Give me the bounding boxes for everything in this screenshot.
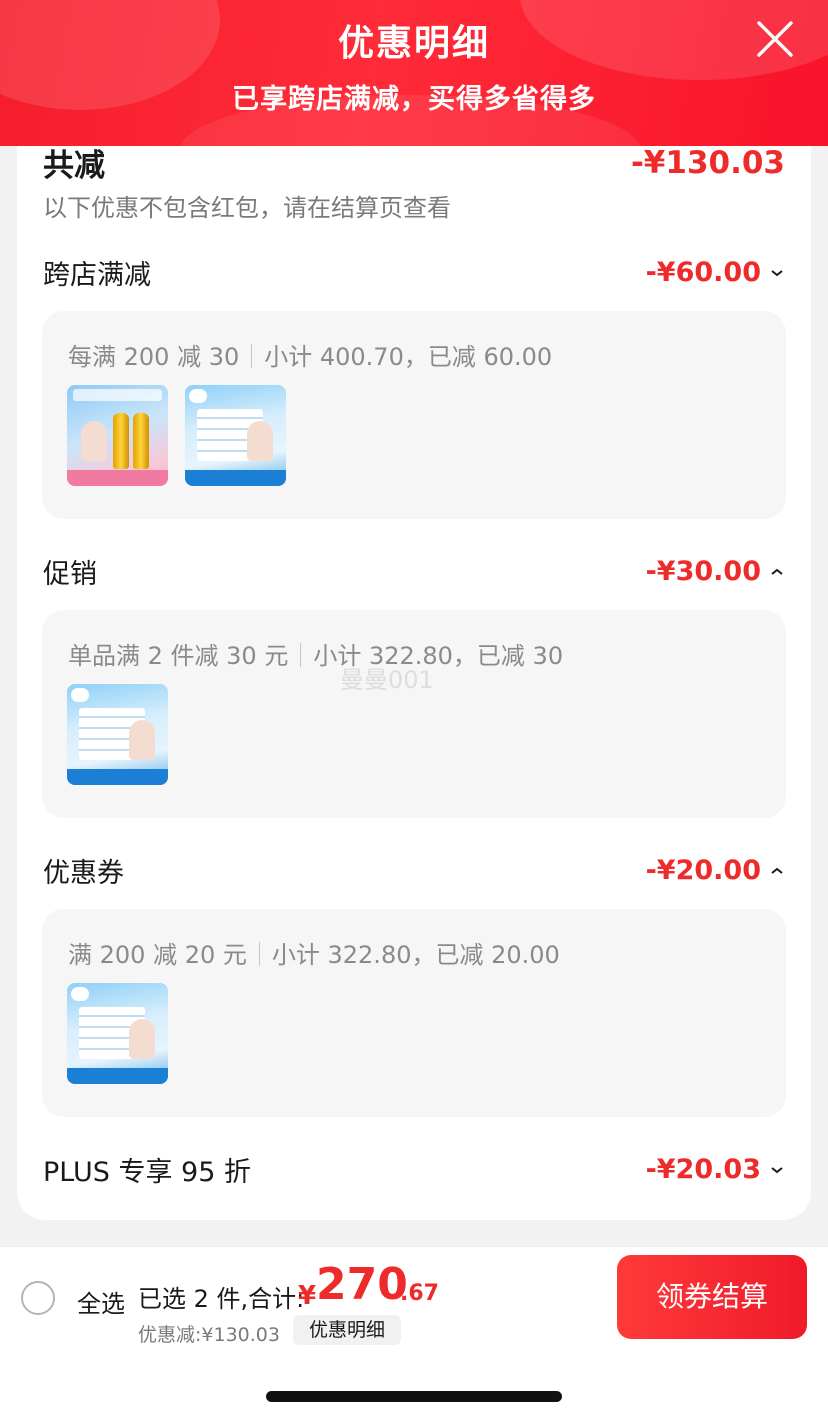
section-label: 优惠券 (43, 858, 124, 889)
select-all-label[interactable]: 全选 (77, 1284, 125, 1319)
watermark: 曼曼001 (340, 666, 434, 694)
section-detail-box: 单品满 2 件减 30 元小计 322.80，已减 30 (42, 610, 786, 818)
total-price-decimal: .67 (400, 1281, 439, 1306)
home-indicator[interactable] (266, 1391, 562, 1402)
product-price-bar (185, 470, 286, 486)
brand-logo (71, 688, 89, 702)
total-discount-row: 共减 -¥130.03 (43, 140, 785, 185)
checkout-button[interactable]: 领券结算 (617, 1255, 807, 1339)
section-detail-box: 满 200 减 20 元小计 322.80，已减 20.00 (42, 909, 786, 1117)
page-title: 优惠明细 (337, 23, 490, 64)
chevron-down-icon[interactable] (769, 1164, 785, 1176)
product-model (247, 421, 273, 461)
section-amount-wrap: -¥20.03 (646, 1154, 785, 1185)
promo-rule-text: 每满 200 减 30 (68, 343, 240, 371)
discount-note: 以下优惠不包含红包，请在结算页查看 (43, 194, 451, 222)
section-label: 促销 (43, 559, 97, 590)
brand-logo (71, 987, 89, 1001)
safe-area (0, 1346, 828, 1419)
discount-summary: 优惠减:¥130.03 (138, 1324, 280, 1346)
section-amount: -¥20.00 (645, 855, 761, 886)
section-label: 跨店满减 (43, 260, 151, 291)
select-all-radio[interactable] (21, 1281, 55, 1315)
product-bottle (113, 413, 129, 469)
product-thumbnail-tissue[interactable] (67, 684, 168, 785)
promo-subtotal: 小计 400.70，已减 60.00 (264, 343, 553, 371)
divider (300, 643, 302, 667)
total-price-integer: 270 (316, 1259, 408, 1310)
product-price-bar (67, 1068, 168, 1084)
product-thumbnail-sunscreen[interactable] (67, 385, 168, 486)
close-icon[interactable] (756, 20, 794, 58)
divider (258, 942, 260, 966)
section-amount: -¥60.00 (645, 257, 761, 288)
section-amount: -¥30.00 (645, 556, 761, 587)
section-plus[interactable]: PLUS 专享 95 折 -¥20.03 (43, 1150, 785, 1189)
total-discount-label: 共减 (43, 148, 105, 184)
product-thumbnail-tissue[interactable] (67, 983, 168, 1084)
checkout-bar: 全选 已选 2 件,合计: ¥ 270 .67 优惠减:¥130.03 优惠明细… (0, 1246, 828, 1346)
section-amount-wrap: -¥60.00 (646, 257, 785, 288)
product-banner (73, 389, 162, 401)
total-discount-amount: -¥130.03 (630, 144, 785, 181)
section-cross-store[interactable]: 跨店满减 -¥60.00 (43, 253, 785, 292)
chevron-up-icon[interactable] (769, 566, 785, 578)
promo-rule: 单品满 2 件减 30 元小计 322.80，已减 30 (68, 636, 563, 671)
divider (251, 344, 253, 368)
section-detail-box: 每满 200 减 30 小计 400.70，已减 60.00 (42, 311, 786, 519)
section-amount-wrap: -¥20.00 (646, 855, 785, 886)
promo-rule-text: 满 200 减 20 元 (68, 941, 247, 969)
product-model (129, 1019, 155, 1059)
selected-count: 已选 2 件,合计: (138, 1285, 305, 1313)
discount-detail-button[interactable]: 优惠明细 (293, 1315, 401, 1345)
page-subtitle: 已享跨店满减，买得多省得多 (232, 84, 596, 115)
section-amount-wrap: -¥30.00 (646, 556, 785, 587)
chevron-up-icon[interactable] (769, 865, 785, 877)
brand-logo (189, 389, 207, 403)
product-bottle (133, 413, 149, 469)
chevron-down-icon[interactable] (769, 267, 785, 279)
promo-rule-text: 单品满 2 件减 30 元 (68, 642, 289, 670)
total-currency: ¥ (298, 1281, 317, 1311)
promo-rule: 每满 200 减 30 小计 400.70，已减 60.00 (68, 337, 552, 372)
product-thumbnail-tissue[interactable] (185, 385, 286, 486)
promo-subtotal: 小计 322.80，已减 20.00 (271, 941, 560, 969)
product-model (81, 421, 107, 461)
section-promotion[interactable]: 促销 -¥30.00 (43, 552, 785, 591)
section-amount: -¥20.03 (645, 1154, 761, 1185)
promo-rule: 满 200 减 20 元小计 322.80，已减 20.00 (68, 935, 560, 970)
product-model (129, 720, 155, 760)
section-coupon[interactable]: 优惠券 -¥20.00 (43, 851, 785, 890)
section-label: PLUS 专享 95 折 (43, 1157, 251, 1188)
product-price-bar (67, 470, 168, 486)
discount-detail-header: 优惠明细 已享跨店满减，买得多省得多 (0, 0, 828, 146)
product-price-bar (67, 769, 168, 785)
